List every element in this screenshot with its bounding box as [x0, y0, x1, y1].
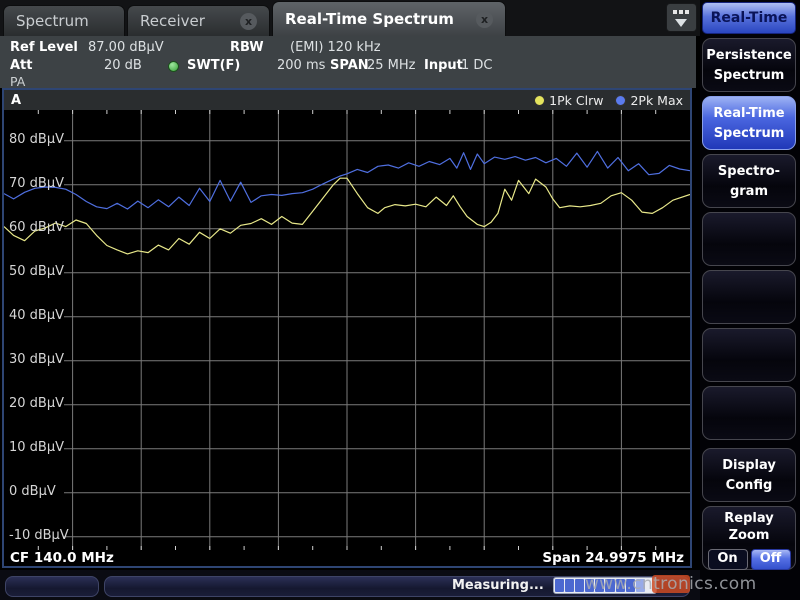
softkey-label: Display: [703, 456, 795, 476]
y-axis-label: 50 dBµV: [9, 264, 64, 279]
softkey-sidebar: Real-Time Persistence Spectrum Real-Time…: [700, 0, 800, 600]
trace2-label: 2Pk Max: [630, 93, 683, 108]
y-axis-label: 70 dBµV: [9, 176, 64, 191]
spectrum-window: A 1Pk Clrw 2Pk Max 80 dBµV 70 dBµV 60 dBµV…: [2, 88, 692, 568]
att-label[interactable]: Att: [10, 58, 33, 73]
input-value[interactable]: 1 DC: [461, 58, 493, 73]
rbw-value[interactable]: (EMI) 120 kHz: [290, 40, 381, 55]
measurement-header: Ref Level 87.00 dBµV RBW (EMI) 120 kHz A…: [0, 36, 696, 88]
progress-segment: [605, 579, 614, 592]
tab-label: Real-Time Spectrum: [285, 10, 454, 28]
softkey-label: Persistence: [703, 46, 795, 66]
span-readout[interactable]: Span 24.9975 MHz: [542, 550, 684, 566]
menu-title: Real-Time: [702, 2, 796, 34]
tab-label: Spectrum: [16, 12, 89, 30]
tab-receiver[interactable]: Receiver x: [127, 5, 270, 36]
softkey-label: Real-Time: [703, 104, 795, 124]
toggle-off-button[interactable]: Off: [751, 549, 791, 570]
softkey-spectrogram[interactable]: Spectro- gram: [702, 154, 796, 208]
instrument-screen: Spectrum Receiver x Real-Time Spectrum x…: [0, 0, 800, 600]
window-letter: A: [11, 93, 21, 108]
y-axis-label: 0 dBµV: [9, 484, 56, 499]
transducer-indicator: PA: [10, 74, 25, 89]
measurement-status-text: Measuring...: [452, 578, 544, 593]
toggle-on-button[interactable]: On: [708, 549, 748, 570]
progress-segment: [626, 579, 635, 592]
progress-segment: [636, 579, 645, 592]
window-title-bar: A 1Pk Clrw 2Pk Max: [4, 90, 690, 110]
replay-zoom-toggle: On Off: [703, 549, 795, 570]
progress-segment: [646, 579, 655, 592]
softkey-label: Spectrum: [703, 66, 795, 86]
softkey-label: Spectrum: [703, 124, 795, 144]
tab-label: Receiver: [140, 12, 205, 30]
status-field-left: [5, 576, 99, 597]
trace1-dot-icon: [534, 95, 545, 106]
ref-level-value[interactable]: 87.00 dBµV: [88, 40, 164, 55]
trace2-dot-icon: [615, 95, 626, 106]
tab-overflow-icon[interactable]: [666, 3, 697, 32]
progress-segment: [616, 579, 625, 592]
legend-trace2[interactable]: 2Pk Max: [615, 93, 683, 108]
spectrum-chart: 80 dBµV 70 dBµV 60 dBµV 50 dBµV 40 dBµV 30 dB…: [4, 110, 690, 550]
y-axis-label: 40 dBµV: [9, 308, 64, 323]
softkey-label: Zoom: [703, 528, 795, 545]
tab-list-squares-icon: [673, 10, 677, 14]
y-axis-label: 80 dBµV: [9, 132, 64, 147]
chart-canvas: [4, 110, 690, 550]
trace1-label: 1Pk Clrw: [549, 93, 603, 108]
frequency-axis-bar: CF 140.0 MHz Span 24.9975 MHz: [4, 550, 690, 566]
progress-segment: [565, 579, 574, 592]
att-value[interactable]: 20 dB: [104, 58, 142, 73]
softkey-label: Spectro-: [703, 162, 795, 182]
trace-legend: 1Pk Clrw 2Pk Max: [534, 93, 683, 108]
sweep-led-icon: [168, 61, 179, 72]
tab-spectrum[interactable]: Spectrum: [3, 5, 125, 36]
center-frequency[interactable]: CF 140.0 MHz: [10, 550, 114, 566]
span-label[interactable]: SPAN: [330, 58, 369, 73]
rbw-label[interactable]: RBW: [230, 40, 264, 55]
softkey-empty-1[interactable]: [702, 212, 796, 266]
ref-level-label[interactable]: Ref Level: [10, 40, 78, 55]
close-icon[interactable]: x: [476, 11, 493, 28]
y-axis-label: 60 dBµV: [9, 220, 64, 235]
softkey-label: Replay: [703, 511, 795, 528]
progress-segment: [555, 579, 564, 592]
softkey-real-time-spectrum[interactable]: Real-Time Spectrum: [702, 96, 796, 150]
tab-real-time-spectrum[interactable]: Real-Time Spectrum x: [272, 1, 506, 36]
sweep-progress-bar: [553, 577, 657, 594]
progress-segment: [575, 579, 584, 592]
y-axis-label: 30 dBµV: [9, 352, 64, 367]
progress-segment: [585, 579, 594, 592]
softkey-replay-zoom[interactable]: Replay Zoom On Off: [702, 506, 796, 570]
softkey-display-config[interactable]: Display Config: [702, 448, 796, 502]
status-bar: Measuring...: [0, 570, 700, 600]
input-label[interactable]: Input: [424, 58, 463, 73]
softkey-empty-4[interactable]: [702, 386, 796, 440]
tab-bar: Spectrum Receiver x Real-Time Spectrum x: [0, 0, 700, 36]
y-axis-label: -10 dBµV: [9, 528, 69, 543]
softkey-empty-2[interactable]: [702, 270, 796, 324]
swt-label[interactable]: SWT(F): [187, 58, 240, 73]
span-value[interactable]: 25 MHz: [367, 58, 416, 73]
progress-segment: [595, 579, 604, 592]
softkey-label: gram: [703, 182, 795, 202]
legend-trace1[interactable]: 1Pk Clrw: [534, 93, 603, 108]
y-axis-label: 10 dBµV: [9, 440, 64, 455]
close-icon[interactable]: x: [240, 13, 257, 30]
chevron-down-icon: [675, 19, 687, 27]
softkey-empty-3[interactable]: [702, 328, 796, 382]
swt-value[interactable]: 200 ms: [277, 58, 325, 73]
y-axis-label: 20 dBµV: [9, 396, 64, 411]
softkey-label: Config: [703, 476, 795, 496]
softkey-persistence-spectrum[interactable]: Persistence Spectrum: [702, 38, 796, 92]
